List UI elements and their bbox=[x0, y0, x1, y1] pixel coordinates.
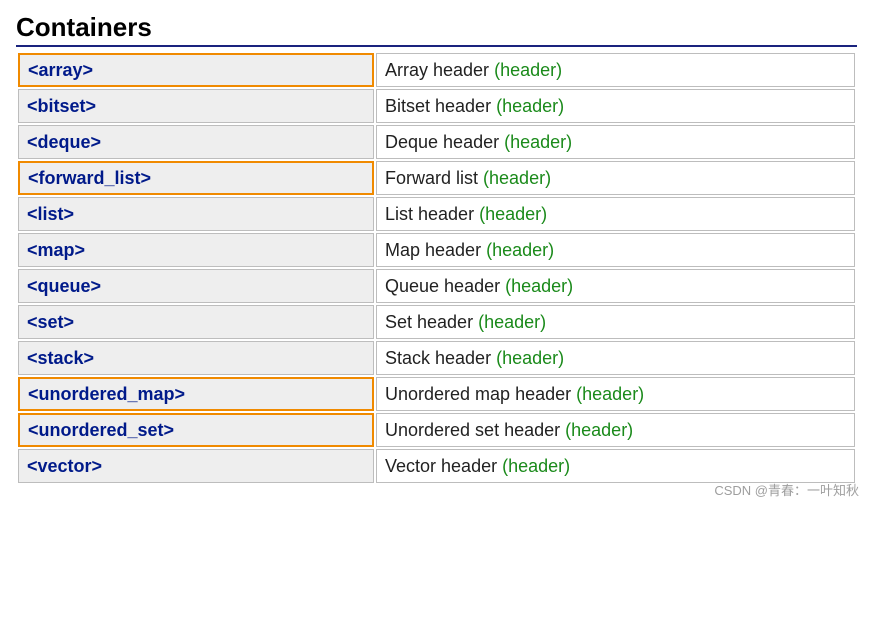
description-text: Unordered map header bbox=[385, 384, 571, 404]
header-description: Vector header (header) bbox=[376, 449, 855, 483]
containers-table: <array>Array header (header)<bitset>Bits… bbox=[16, 51, 857, 485]
description-text: Stack header bbox=[385, 348, 491, 368]
header-link[interactable]: <queue> bbox=[18, 269, 374, 303]
header-suffix: (header) bbox=[483, 168, 551, 188]
header-description: Set header (header) bbox=[376, 305, 855, 339]
header-description: Deque header (header) bbox=[376, 125, 855, 159]
header-suffix: (header) bbox=[496, 96, 564, 116]
description-text: List header bbox=[385, 204, 474, 224]
header-link[interactable]: <unordered_set> bbox=[18, 413, 374, 447]
header-link[interactable]: <map> bbox=[18, 233, 374, 267]
header-link[interactable]: <stack> bbox=[18, 341, 374, 375]
header-suffix: (header) bbox=[565, 420, 633, 440]
header-suffix: (header) bbox=[502, 456, 570, 476]
header-description: Map header (header) bbox=[376, 233, 855, 267]
table-row: <vector>Vector header (header) bbox=[18, 449, 855, 483]
table-row: <list>List header (header) bbox=[18, 197, 855, 231]
header-description: Array header (header) bbox=[376, 53, 855, 87]
table-row: <unordered_map>Unordered map header (hea… bbox=[18, 377, 855, 411]
description-text: Vector header bbox=[385, 456, 497, 476]
section-title: Containers bbox=[16, 12, 857, 47]
header-link[interactable]: <bitset> bbox=[18, 89, 374, 123]
header-suffix: (header) bbox=[479, 204, 547, 224]
header-link[interactable]: <vector> bbox=[18, 449, 374, 483]
header-description: Stack header (header) bbox=[376, 341, 855, 375]
table-row: <deque>Deque header (header) bbox=[18, 125, 855, 159]
header-suffix: (header) bbox=[504, 132, 572, 152]
header-description: Forward list (header) bbox=[376, 161, 855, 195]
header-suffix: (header) bbox=[505, 276, 573, 296]
header-link[interactable]: <forward_list> bbox=[18, 161, 374, 195]
description-text: Bitset header bbox=[385, 96, 491, 116]
description-text: Unordered set header bbox=[385, 420, 560, 440]
header-description: List header (header) bbox=[376, 197, 855, 231]
header-link[interactable]: <deque> bbox=[18, 125, 374, 159]
table-row: <set>Set header (header) bbox=[18, 305, 855, 339]
header-link[interactable]: <unordered_map> bbox=[18, 377, 374, 411]
description-text: Deque header bbox=[385, 132, 499, 152]
table-row: <forward_list>Forward list (header) bbox=[18, 161, 855, 195]
table-row: <stack>Stack header (header) bbox=[18, 341, 855, 375]
description-text: Map header bbox=[385, 240, 481, 260]
table-row: <bitset>Bitset header (header) bbox=[18, 89, 855, 123]
header-description: Queue header (header) bbox=[376, 269, 855, 303]
header-link[interactable]: <list> bbox=[18, 197, 374, 231]
description-text: Set header bbox=[385, 312, 473, 332]
table-row: <queue>Queue header (header) bbox=[18, 269, 855, 303]
header-link[interactable]: <set> bbox=[18, 305, 374, 339]
header-suffix: (header) bbox=[494, 60, 562, 80]
table-row: <array>Array header (header) bbox=[18, 53, 855, 87]
header-suffix: (header) bbox=[486, 240, 554, 260]
header-suffix: (header) bbox=[478, 312, 546, 332]
description-text: Forward list bbox=[385, 168, 478, 188]
header-link[interactable]: <array> bbox=[18, 53, 374, 87]
header-suffix: (header) bbox=[496, 348, 564, 368]
table-row: <unordered_set>Unordered set header (hea… bbox=[18, 413, 855, 447]
header-suffix: (header) bbox=[576, 384, 644, 404]
description-text: Array header bbox=[385, 60, 489, 80]
header-description: Bitset header (header) bbox=[376, 89, 855, 123]
description-text: Queue header bbox=[385, 276, 500, 296]
header-description: Unordered map header (header) bbox=[376, 377, 855, 411]
table-row: <map>Map header (header) bbox=[18, 233, 855, 267]
header-description: Unordered set header (header) bbox=[376, 413, 855, 447]
